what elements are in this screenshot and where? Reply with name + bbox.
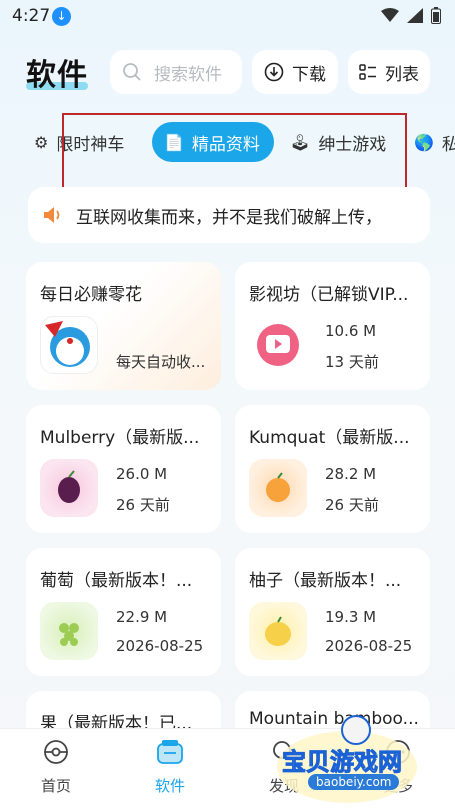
nav-software-label: 软件 xyxy=(154,777,185,795)
card-title: Mulberry（最新版... xyxy=(40,428,200,448)
card-size: 28.2 M xyxy=(325,465,377,483)
app-card[interactable]: 葡萄（最新版本！... 22.9 M 2026-08-25 xyxy=(26,548,221,676)
speaker-icon xyxy=(44,207,60,223)
doraemon-icon xyxy=(40,316,98,374)
download-label: 下载 xyxy=(292,64,326,85)
download-status-icon: ↓ xyxy=(52,7,71,26)
card-title: Kumquat（最新版... xyxy=(249,428,410,448)
nav-home[interactable]: 首页 xyxy=(16,739,96,796)
card-size: 10.6 M xyxy=(325,322,377,340)
app-card[interactable]: 柚子（最新版本！... 19.3 M 2026-08-25 xyxy=(235,548,430,676)
status-time: 4:27 xyxy=(12,6,51,26)
mulberry-icon xyxy=(40,459,98,517)
card-title: 葡萄（最新版本！... xyxy=(40,571,193,591)
notice-banner[interactable]: 互联网收集而来，并不是我们破解上传， xyxy=(28,187,430,243)
notice-text: 互联网收集而来，并不是我们破解上传， xyxy=(76,207,382,228)
download-icon xyxy=(264,62,284,82)
wifi-icon xyxy=(381,8,399,22)
card-date: 13 天前 xyxy=(325,353,379,371)
download-button[interactable]: 下载 xyxy=(252,50,338,94)
card-date: 26 天前 xyxy=(325,496,379,514)
grape-icon xyxy=(40,602,98,660)
app-card[interactable]: Kumquat（最新版... 28.2 M 26 天前 xyxy=(235,405,430,533)
home-icon xyxy=(44,740,68,764)
nav-home-label: 首页 xyxy=(40,777,71,795)
card-date: 2026-08-25 xyxy=(325,637,413,655)
search-placeholder: 搜索软件 xyxy=(154,64,222,85)
header: 软件 搜索软件 下载 列表 xyxy=(0,48,455,96)
tire-icon: ⚙ xyxy=(34,132,49,152)
card-title: 影视坊（已解锁VIP... xyxy=(249,285,409,305)
app-card[interactable]: 每日必赚零花 每天自动收... xyxy=(26,262,221,390)
card-title: 每日必赚零花 xyxy=(40,285,142,305)
card-size: 26.0 M xyxy=(116,465,168,483)
battery-icon xyxy=(431,7,441,24)
watermark-url: baobeiy.com xyxy=(308,774,400,790)
tab-label: 私 xyxy=(441,134,455,155)
status-bar: 4:27 ↓ xyxy=(0,0,455,34)
highlight-annotation-box xyxy=(62,113,407,197)
pomelo-icon xyxy=(249,602,307,660)
search-input[interactable]: 搜索软件 xyxy=(110,50,242,94)
globe-icon: 🌎 xyxy=(414,132,434,152)
card-size: 19.3 M xyxy=(325,608,377,626)
card-date: 每天自动收... xyxy=(116,353,206,371)
page-title: 软件 xyxy=(26,58,88,93)
list-label: 列表 xyxy=(385,64,419,85)
card-title: 柚子（最新版本！... xyxy=(249,571,402,591)
card-date: 2026-08-25 xyxy=(116,637,204,655)
card-date: 26 天前 xyxy=(116,496,170,514)
tab-more-partial[interactable]: 🌎 私 xyxy=(414,122,455,162)
status-icons xyxy=(381,7,441,24)
card-size: 22.9 M xyxy=(116,608,168,626)
tv-icon xyxy=(249,316,307,374)
kumquat-icon xyxy=(249,459,307,517)
app-card[interactable]: 影视坊（已解锁VIP... 10.6 M 13 天前 xyxy=(235,262,430,390)
nav-software[interactable]: 软件 xyxy=(130,739,210,796)
app-card[interactable]: Mulberry（最新版... 26.0 M 26 天前 xyxy=(26,405,221,533)
list-icon xyxy=(359,64,376,80)
watermark-text: 宝贝游戏网 xyxy=(282,748,403,777)
list-button[interactable]: 列表 xyxy=(348,50,430,94)
software-box-icon xyxy=(157,740,183,764)
search-icon xyxy=(123,63,141,81)
watermark-logo: 宝贝游戏网 baobeiy.com xyxy=(272,712,422,807)
signal-icon xyxy=(407,8,423,23)
